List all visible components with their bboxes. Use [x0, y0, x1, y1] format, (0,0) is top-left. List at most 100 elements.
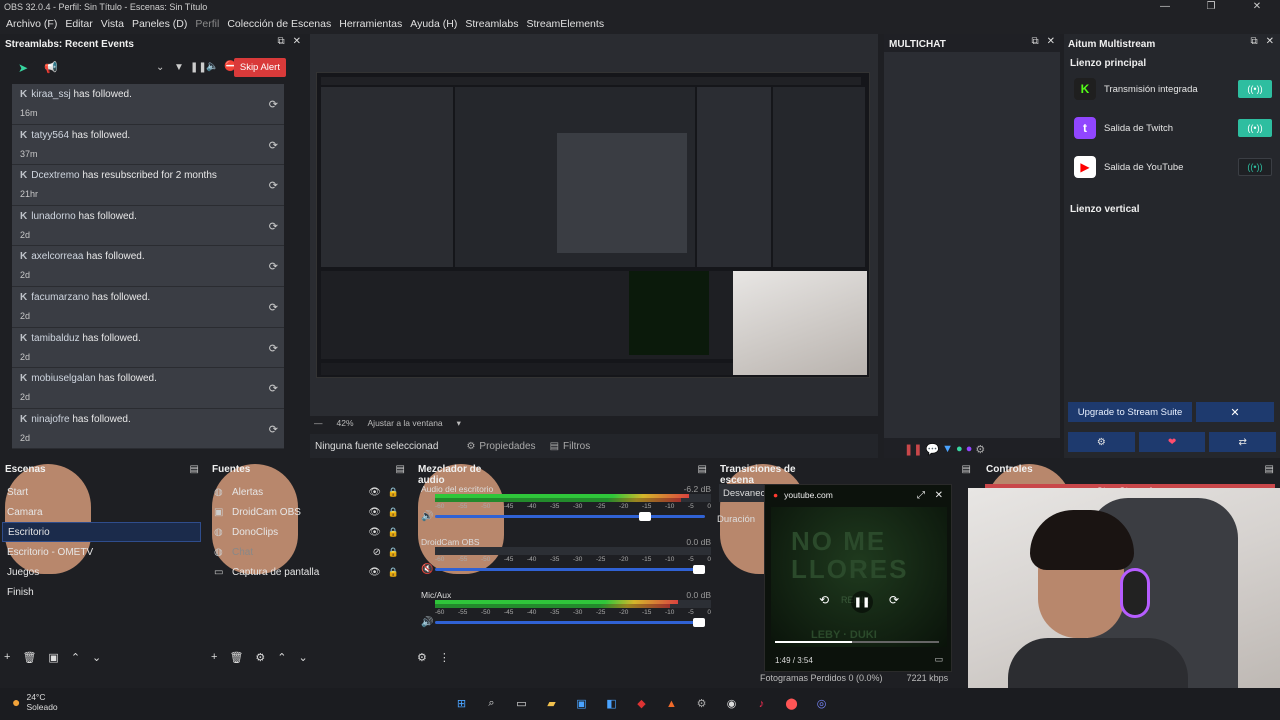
- eye-icon[interactable]: 👁: [368, 567, 381, 578]
- trash-icon[interactable]: 🗑: [229, 651, 243, 664]
- close-button[interactable]: ✕: [1196, 402, 1274, 422]
- close-icon[interactable]: ✕: [293, 36, 301, 47]
- app-icon[interactable]: ◧: [602, 694, 621, 713]
- upgrade-button[interactable]: Upgrade to Stream Suite: [1068, 402, 1192, 422]
- replay-icon[interactable]: ⟳: [269, 382, 278, 395]
- source-item[interactable]: ◍ Alertas 👁 🔒: [209, 482, 407, 502]
- chevron-down-icon[interactable]: ⌄: [156, 62, 164, 73]
- menu-streamlabs[interactable]: Streamlabs: [465, 18, 518, 30]
- volume-slider[interactable]: [435, 512, 705, 521]
- obs-icon[interactable]: ◉: [722, 694, 741, 713]
- zoom-level[interactable]: 42%: [337, 418, 354, 428]
- scene-item[interactable]: Juegos: [2, 562, 201, 582]
- dock-menu-icon[interactable]: ▤: [190, 464, 199, 475]
- down-icon[interactable]: ⌄: [92, 651, 101, 664]
- dock-menu-icon[interactable]: ▤: [698, 464, 707, 475]
- settings-icon[interactable]: ⚙: [692, 694, 711, 713]
- scene-item[interactable]: Escritorio - OMETV: [2, 542, 201, 562]
- source-item[interactable]: ◍ DonoClips 👁 🔒: [209, 522, 407, 542]
- trash-icon[interactable]: 🗑: [22, 651, 36, 664]
- replay-icon[interactable]: ⟳: [269, 98, 278, 111]
- weather-widget[interactable]: ● 24°C Soleado: [12, 692, 58, 712]
- expand-icon[interactable]: ⤢: [917, 490, 925, 501]
- filter-icon[interactable]: ▼: [942, 443, 953, 456]
- volume-slider[interactable]: [435, 565, 705, 574]
- output-toggle[interactable]: ((•)): [1238, 119, 1272, 137]
- heart-icon[interactable]: ❤: [1138, 432, 1206, 452]
- progress-bar[interactable]: [775, 641, 939, 643]
- transition-select[interactable]: Desvaneci: [719, 484, 767, 502]
- menu-streamelements[interactable]: StreamElements: [526, 18, 604, 30]
- chevron-down-icon[interactable]: ▾: [457, 418, 461, 429]
- pause-icon[interactable]: ❚❚: [190, 62, 207, 73]
- minimize-icon[interactable]: —: [1142, 0, 1188, 14]
- replay-icon[interactable]: ⟳: [269, 179, 278, 192]
- dock-menu-icon[interactable]: ▤: [1265, 464, 1274, 475]
- pause-icon[interactable]: ❚❚: [851, 591, 873, 613]
- store-icon[interactable]: ▣: [572, 694, 591, 713]
- eye-icon[interactable]: 👁: [368, 487, 381, 498]
- eye-icon[interactable]: 👁: [368, 527, 381, 538]
- dock-menu-icon[interactable]: ▤: [396, 464, 405, 475]
- youtube-mini-player[interactable]: ● youtube.com ⤢ ✕ NO ME LLORES REMIX LEB…: [764, 484, 952, 672]
- menu-profile[interactable]: Perfil: [195, 18, 219, 30]
- volume-slider[interactable]: [435, 618, 705, 627]
- replay-icon[interactable]: ⟳: [269, 301, 278, 314]
- lock-icon[interactable]: 🔒: [388, 487, 399, 498]
- forward-icon[interactable]: ⟳: [889, 593, 899, 607]
- filter-icon[interactable]: ▣: [48, 651, 58, 664]
- pause-icon[interactable]: ❚❚: [904, 443, 922, 456]
- lock-icon[interactable]: 🔒: [388, 507, 399, 518]
- megaphone-icon[interactable]: 📢: [44, 61, 58, 74]
- replay-icon[interactable]: ⟳: [269, 220, 278, 233]
- menu-file[interactable]: Archivo (F): [6, 18, 57, 30]
- app-icon[interactable]: ⬤: [782, 694, 801, 713]
- close-icon[interactable]: ✕: [1234, 0, 1280, 14]
- gear-icon[interactable]: ⚙: [417, 651, 427, 664]
- source-item[interactable]: ◍ Chat ⊘ 🔒: [209, 542, 407, 562]
- gear-icon[interactable]: ⚙: [255, 651, 265, 664]
- captions-icon[interactable]: ▭: [934, 654, 943, 665]
- menu-tools[interactable]: Herramientas: [339, 18, 402, 30]
- scene-item[interactable]: Escritorio: [2, 522, 201, 542]
- minus-icon[interactable]: —: [314, 418, 323, 428]
- up-icon[interactable]: ⌃: [71, 651, 80, 664]
- filters-button[interactable]: ▤ Filtros: [550, 441, 591, 452]
- discord-icon[interactable]: ◎: [812, 694, 831, 713]
- scene-item[interactable]: Camara: [2, 502, 201, 522]
- lock-icon[interactable]: 🔒: [388, 527, 399, 538]
- lock-icon[interactable]: 🔒: [388, 547, 399, 558]
- up-icon[interactable]: ⌃: [277, 651, 286, 664]
- menu-help[interactable]: Ayuda (H): [410, 18, 457, 30]
- menu-edit[interactable]: Editar: [65, 18, 92, 30]
- add-icon[interactable]: +: [211, 651, 217, 664]
- close-icon[interactable]: ✕: [935, 490, 943, 501]
- source-item[interactable]: ▣ DroidCam OBS 👁 🔒: [209, 502, 407, 522]
- share-icon[interactable]: ⇄: [1209, 432, 1277, 452]
- replay-icon[interactable]: ⟳: [269, 260, 278, 273]
- preview-canvas[interactable]: [310, 34, 878, 416]
- add-icon[interactable]: +: [4, 651, 10, 664]
- fit-mode[interactable]: Ajustar a la ventana: [368, 418, 443, 428]
- dock-menu-icon[interactable]: ▤: [962, 464, 971, 475]
- settings-icon[interactable]: ⚙: [975, 443, 985, 456]
- search-icon[interactable]: ⌕: [482, 694, 501, 713]
- output-toggle[interactable]: ((•)): [1238, 80, 1272, 98]
- menu-scene-collection[interactable]: Colección de Escenas: [227, 18, 331, 30]
- send-icon[interactable]: ➤: [18, 61, 28, 75]
- float-icon[interactable]: ⧉: [1031, 36, 1038, 47]
- gear-icon[interactable]: ⚙: [1068, 432, 1135, 452]
- windows-start-icon[interactable]: ⊞: [452, 694, 471, 713]
- muted-icon[interactable]: 🔇: [421, 564, 433, 575]
- chat-icon[interactable]: 💬: [925, 443, 939, 456]
- float-icon[interactable]: ⧉: [1250, 36, 1257, 47]
- lock-icon[interactable]: 🔒: [388, 567, 399, 578]
- task-view-icon[interactable]: ▭: [512, 694, 531, 713]
- app-icon[interactable]: ◆: [632, 694, 651, 713]
- eye-off-icon[interactable]: ⊘: [373, 547, 381, 558]
- replay-icon[interactable]: ⟳: [269, 423, 278, 436]
- scene-item[interactable]: Start: [2, 482, 201, 502]
- more-icon[interactable]: ⋮: [439, 651, 450, 664]
- skip-alert-button[interactable]: Skip Alert: [233, 58, 286, 77]
- properties-button[interactable]: ⚙ Propiedades: [466, 441, 535, 452]
